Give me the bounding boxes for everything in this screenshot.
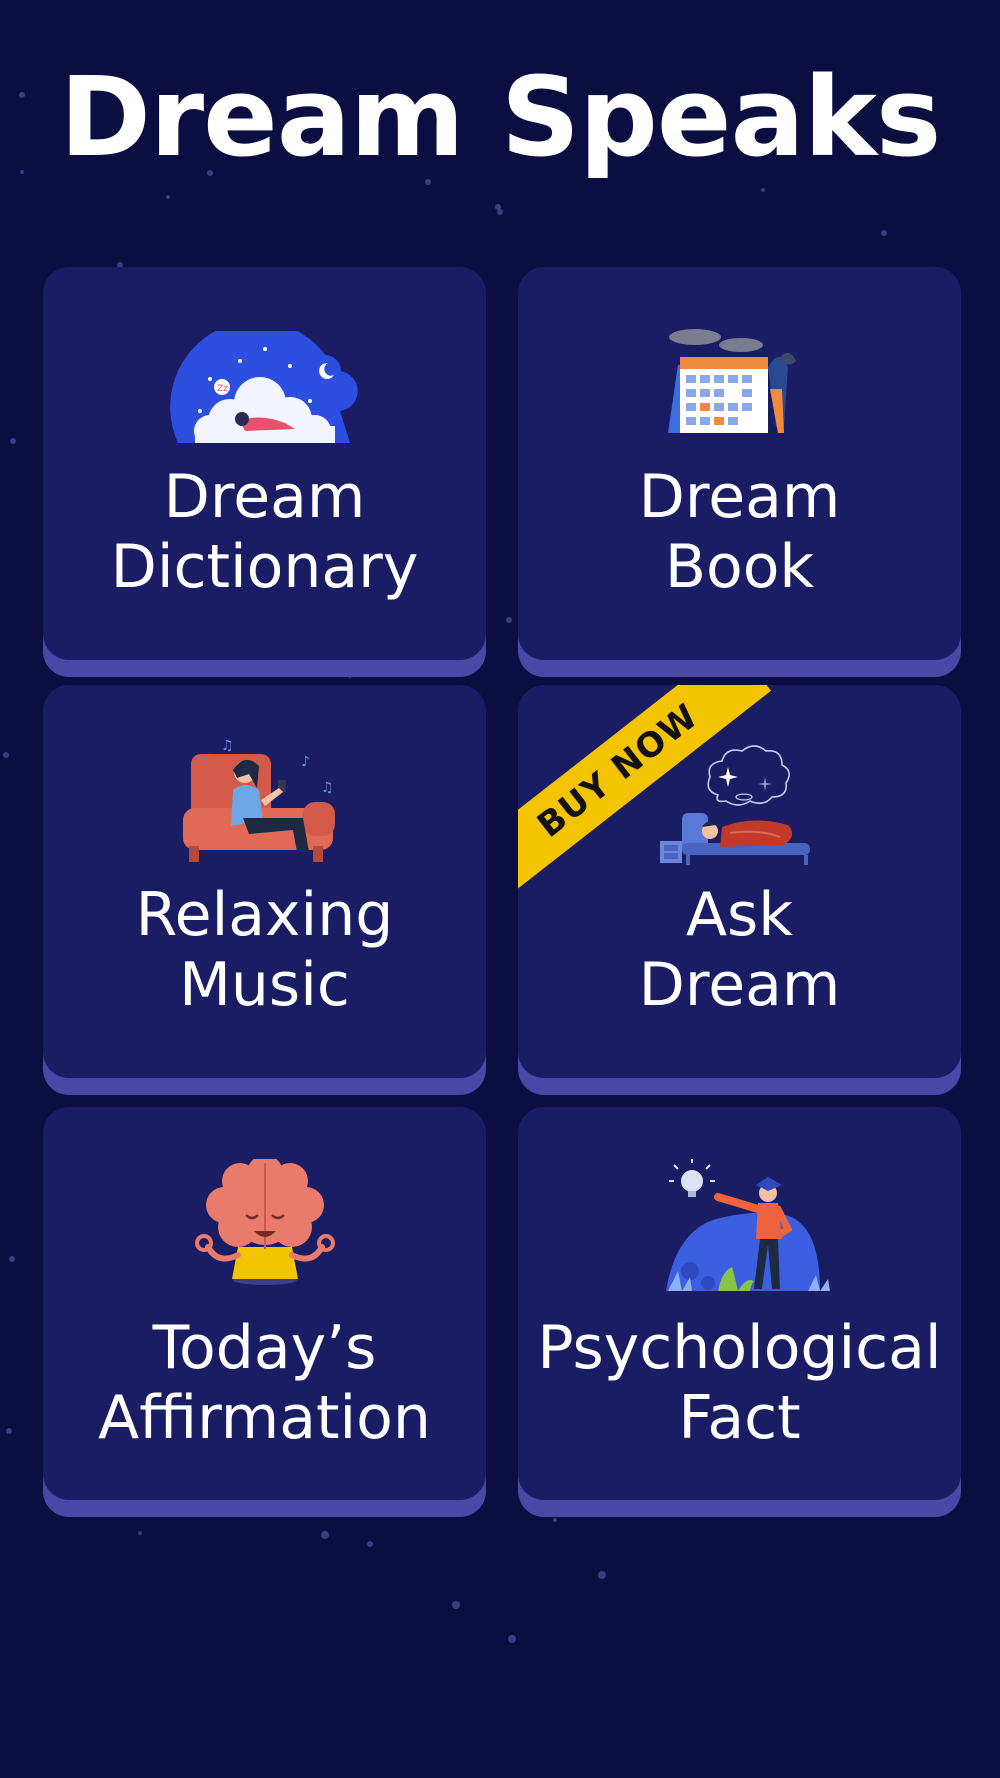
relaxing-music-card[interactable]: ♫♪♪♫ RelaxingMusic [43, 685, 486, 1078]
svg-text:♫: ♫ [321, 780, 334, 796]
idea-person-icon [666, 1159, 830, 1291]
sleeping-on-cloud-icon: Zz [170, 331, 358, 443]
ask-dream-card[interactable]: Ask Dream BUY NOW [518, 685, 961, 1078]
svg-text:♪: ♪ [301, 754, 310, 770]
calendar-icon [668, 329, 796, 433]
todays-affirmation-card[interactable]: Today’s Affirmation [43, 1107, 486, 1500]
dream-dictionary-card[interactable]: Zz Dream Dictionary [43, 267, 486, 660]
card-label: Relaxing Music [135, 880, 394, 1020]
card-label: Today’s Affirmation [98, 1313, 431, 1453]
card-label: Psychological Fact [537, 1313, 942, 1453]
svg-text:♫: ♫ [221, 738, 234, 754]
svg-text:Zz: Zz [217, 384, 228, 394]
card-label: Ask Dream [638, 880, 841, 1020]
app-title: Dream Speaks [59, 53, 942, 181]
meditating-brain-icon [195, 1159, 335, 1285]
card-label: Dream Dictionary [110, 462, 419, 602]
dreaming-bed-icon [660, 745, 810, 865]
psychological-fact-card[interactable]: Psychological Fact [518, 1107, 961, 1500]
card-label: Dream Book [638, 462, 841, 602]
dream-book-card[interactable]: Dream Book [518, 267, 961, 660]
music-armchair-icon: ♫♪♪♫ [183, 738, 335, 862]
